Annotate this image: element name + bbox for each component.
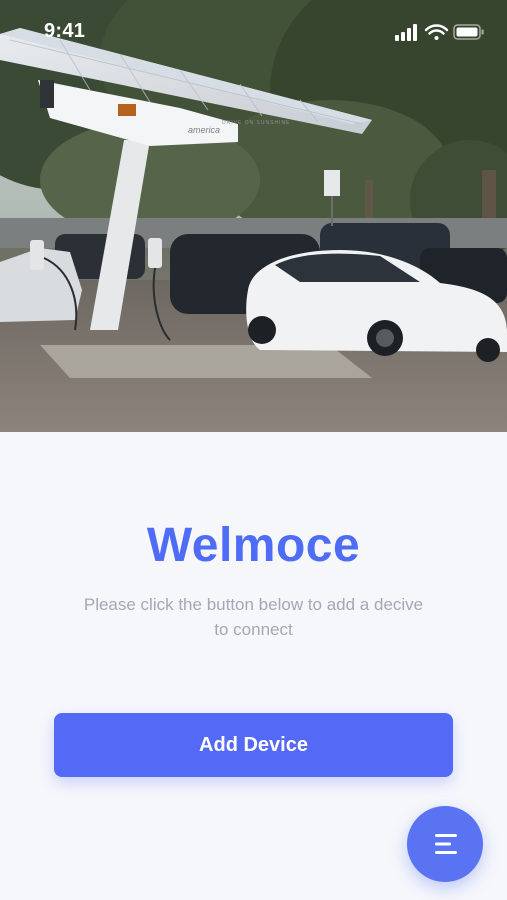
- screen: america DRIVE ON SUNSHINE 9:41 Welmoce P…: [0, 0, 507, 900]
- carport-tagline-text: DRIVE ON SUNSHINE: [222, 120, 290, 126]
- hero-image: america DRIVE ON SUNSHINE: [0, 0, 507, 432]
- status-icons: [395, 24, 484, 41]
- wifi-icon: [424, 24, 449, 40]
- welcome-subtitle: Please click the button below to add a d…: [83, 595, 424, 639]
- add-device-button[interactable]: Add Device: [54, 713, 453, 777]
- menu-lines-icon: [435, 834, 457, 854]
- battery-icon: [453, 24, 484, 40]
- solar-carport-photo: america DRIVE ON SUNSHINE: [0, 0, 507, 432]
- menu-fab-button[interactable]: [407, 806, 483, 882]
- signal-bars-icon: [395, 24, 417, 41]
- welcome-title: Welmoce: [146, 519, 361, 572]
- carport-sign-text: america: [188, 125, 220, 135]
- status-time: 9:41: [44, 20, 86, 42]
- status-bar: 9:41: [0, 0, 507, 62]
